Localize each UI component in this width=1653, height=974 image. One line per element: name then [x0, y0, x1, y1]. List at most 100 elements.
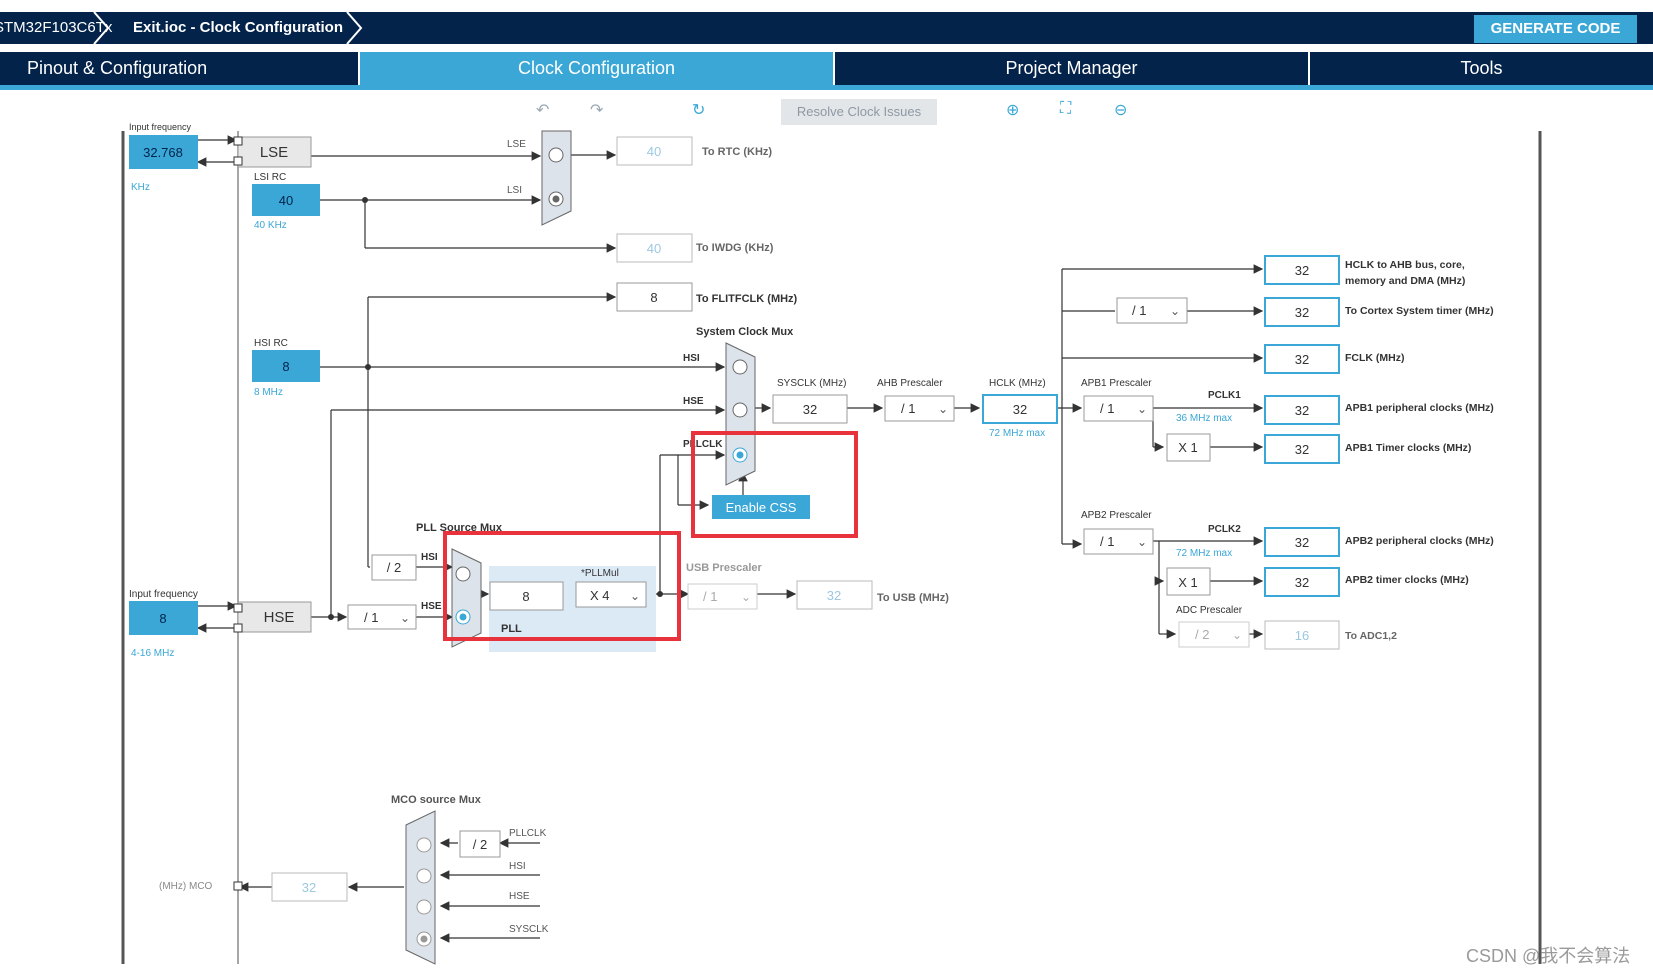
mco-pll-divider-value: / 2	[473, 837, 487, 852]
pclk1-max: 36 MHz max	[1176, 413, 1232, 424]
pll-input-value: 8	[522, 589, 529, 604]
pllmul-label: *PLLMul	[581, 568, 619, 579]
rtc-output-value: 40	[647, 144, 661, 159]
output-label: APB1 Timer clocks (MHz)	[1345, 442, 1471, 454]
mco-hse-label: HSE	[509, 891, 530, 902]
mco-output-value: 32	[302, 880, 316, 895]
mco-sysclk-label: SYSCLK	[509, 924, 549, 935]
radio-dot	[736, 451, 744, 459]
sysclk-hsi-radio[interactable]	[732, 359, 748, 375]
lse-pin	[233, 156, 243, 166]
mco-hsi-radio[interactable]	[416, 868, 432, 884]
lsi-label: LSI RC	[254, 172, 286, 183]
output-value: 32	[1295, 535, 1309, 550]
output-label: HCLK to AHB bus, core,	[1345, 259, 1465, 271]
output-value: 32	[1295, 305, 1309, 320]
usb-output-label: To USB (MHz)	[877, 592, 949, 604]
ahb-prescaler-label: AHB Prescaler	[877, 378, 943, 389]
radio-dot	[459, 613, 467, 621]
hsi-unit: 8 MHz	[254, 387, 283, 398]
lsi-value: 40	[279, 193, 293, 208]
lse-pin	[233, 136, 243, 146]
pllmul-value: X 4	[590, 588, 610, 603]
iwdg-output-value: 40	[647, 241, 661, 256]
adc-prescaler-label: ADC Prescaler	[1176, 605, 1243, 616]
hse-pin	[233, 623, 243, 633]
sysclk-value: 32	[803, 402, 817, 417]
mco-output-label: (MHz) MCO	[159, 881, 213, 892]
output-label: APB2 peripheral clocks (MHz)	[1345, 535, 1494, 547]
rtc-mux-lse-radio[interactable]	[548, 147, 564, 163]
output-label: FCLK (MHz)	[1345, 352, 1404, 364]
sysclk-hsi-label: HSI	[683, 353, 700, 364]
apb1-prescaler-value: / 1	[1100, 401, 1114, 416]
pll-source-hsi-radio[interactable]	[455, 566, 471, 582]
sysclk-pllclk-label: PLLCLK	[683, 439, 723, 450]
hsi-label: HSI RC	[254, 338, 288, 349]
output-value: 32	[1295, 352, 1309, 367]
pclk2-max: 72 MHz max	[1176, 548, 1232, 559]
iwdg-output-label: To IWDG (KHz)	[696, 242, 774, 254]
sysclk-hse-label: HSE	[683, 396, 704, 407]
system-clock-mux-label: System Clock Mux	[696, 326, 794, 338]
mco-source-mux-label: MCO source Mux	[391, 794, 482, 806]
output-clocks: 32 HCLK to AHB bus, core, memory and DMA…	[1264, 255, 1494, 650]
pll-source-mux	[451, 548, 482, 648]
mco-hsi-label: HSI	[509, 861, 526, 872]
chevron-down-icon: ⌄	[1137, 402, 1147, 416]
pclk2-label: PCLK2	[1208, 524, 1241, 535]
hsi-value: 8	[282, 359, 289, 374]
output-value: 32	[1295, 263, 1309, 278]
output-label: memory and DMA (MHz)	[1345, 275, 1465, 287]
rtc-mux-lse-label: LSE	[507, 139, 526, 150]
output-label: To Cortex System timer (MHz)	[1345, 305, 1494, 317]
flitfclk-output-value: 8	[650, 290, 657, 305]
rtc-mux	[541, 130, 572, 226]
usb-output-value: 32	[827, 588, 841, 603]
hse-input-value: 8	[159, 611, 166, 626]
hse-block-label: HSE	[264, 609, 295, 626]
output-value: 16	[1295, 628, 1309, 643]
usb-prescaler-label: USB Prescaler	[686, 562, 763, 574]
flitfclk-output-label: To FLITFCLK (MHz)	[696, 293, 798, 305]
usb-prescaler-value: / 1	[703, 589, 717, 604]
pll-hse-label: HSE	[421, 601, 442, 612]
chevron-down-icon: ⌄	[1170, 304, 1180, 318]
clock-tree-diagram: Input frequency 32.768 KHz LSE LSI RC 40…	[121, 122, 1542, 965]
output-label: APB2 timer clocks (MHz)	[1345, 574, 1469, 586]
lse-input-label: Input frequency	[129, 122, 192, 132]
hclk-value: 32	[1013, 402, 1027, 417]
chevron-down-icon: ⌄	[1137, 535, 1147, 549]
output-label: APB1 peripheral clocks (MHz)	[1345, 402, 1494, 414]
chevron-down-icon: ⌄	[400, 611, 410, 625]
enable-css-label: Enable CSS	[726, 500, 797, 515]
lse-unit: KHz	[131, 182, 150, 193]
lse-input-value: 32.768	[143, 145, 183, 160]
sysclk-hse-radio[interactable]	[732, 402, 748, 418]
watermark: CSDN @我不会算法	[1466, 946, 1631, 966]
mco-hse-radio[interactable]	[416, 899, 432, 915]
rtc-output-label: To RTC (KHz)	[702, 146, 772, 158]
output-label: To ADC1,2	[1345, 630, 1397, 642]
chevron-down-icon: ⌄	[1232, 628, 1242, 642]
ahb-prescaler-value: / 1	[901, 401, 915, 416]
apb2-prescaler-value: / 1	[1100, 534, 1114, 549]
radio-dot	[552, 195, 560, 203]
pll-label: PLL	[501, 623, 522, 635]
pll-hsi-label: HSI	[421, 552, 438, 563]
mco-pllclk-radio[interactable]	[416, 837, 432, 853]
hse-pin	[233, 603, 243, 613]
adc-prescaler-value: / 2	[1195, 627, 1209, 642]
chevron-down-icon: ⌄	[741, 590, 751, 604]
rtc-mux-lsi-label: LSI	[507, 185, 522, 196]
hse-input-label: Input frequency	[129, 589, 198, 600]
mco-pllclk-label: PLLCLK	[509, 828, 547, 839]
lsi-unit: 40 KHz	[254, 220, 287, 231]
apb2-timer-multiplier-value: X 1	[1178, 575, 1198, 590]
sysclk-label: SYSCLK (MHz)	[777, 378, 846, 389]
radio-dot	[420, 935, 428, 943]
apb2-prescaler-label: APB2 Prescaler	[1081, 510, 1152, 521]
pclk1-label: PCLK1	[1208, 390, 1241, 401]
hse-unit: 4-16 MHz	[131, 648, 174, 659]
hsi-div2-value: / 2	[387, 560, 401, 575]
